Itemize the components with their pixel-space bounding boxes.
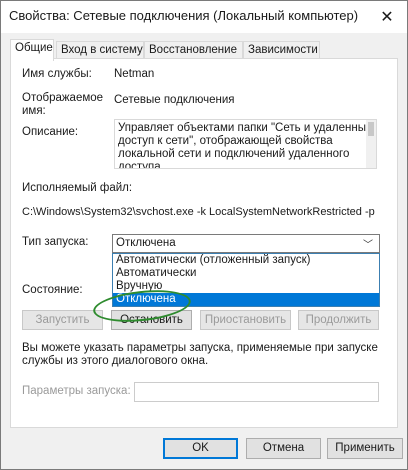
description-box[interactable]: Управляет объектами папки "Сеть и удален…: [114, 119, 377, 169]
ok-button[interactable]: OK: [163, 438, 238, 459]
description-line: доступ к сети", отображающей свойства: [118, 135, 333, 147]
display-name-label-cont: имя:: [22, 105, 46, 117]
stop-button[interactable]: Остановить: [111, 310, 192, 330]
pause-button[interactable]: Приостановить: [200, 310, 291, 330]
executable-label: Исполняемый файл:: [22, 182, 133, 194]
option-automatic[interactable]: Автоматически: [113, 267, 379, 280]
startup-type-dropdown: Автоматически (отложенный запуск) Автома…: [112, 253, 380, 307]
window-title: Свойства: Сетевые подключения (Локальный…: [9, 8, 359, 23]
description-line: локальной сети и подключений удаленного: [118, 148, 350, 160]
option-disabled[interactable]: Отключена: [113, 293, 379, 306]
startup-type-value: Отключена: [116, 237, 176, 249]
title-bar: Свойства: Сетевые подключения (Локальный…: [1, 1, 407, 33]
description-label: Описание:: [22, 126, 79, 138]
option-manual[interactable]: Вручную: [113, 280, 379, 293]
description-line: Управляет объектами папки "Сеть и удален…: [118, 122, 373, 134]
start-params-label: Параметры запуска:: [22, 385, 131, 397]
executable-path: C:\Windows\System32\svchost.exe -k Local…: [22, 206, 375, 218]
display-name-label: Отображаемое: [22, 92, 104, 104]
display-name-value: Сетевые подключения: [114, 94, 235, 106]
close-button[interactable]: ✕: [367, 1, 407, 33]
service-name-label: Имя службы:: [22, 68, 92, 80]
scrollbar-thumb[interactable]: [368, 122, 374, 136]
start-button[interactable]: Запустить: [22, 310, 103, 330]
chevron-down-icon: ﹀: [363, 240, 373, 251]
hint-text-line-2: службы из этого диалогового окна.: [22, 355, 209, 367]
status-label: Состояние:: [22, 284, 83, 296]
description-scrollbar[interactable]: [366, 120, 376, 168]
hint-text-line-1: Вы можете указать параметры запуска, при…: [22, 342, 378, 354]
properties-dialog: Свойства: Сетевые подключения (Локальный…: [0, 0, 408, 470]
description-line: доступа.: [118, 161, 164, 169]
option-automatic-delayed[interactable]: Автоматически (отложенный запуск): [113, 254, 379, 267]
cancel-button[interactable]: Отмена: [246, 438, 321, 459]
start-params-input[interactable]: [134, 382, 379, 402]
service-name-value: Netman: [114, 68, 155, 80]
startup-type-select[interactable]: Отключена ﹀: [112, 234, 380, 253]
resume-button[interactable]: Продолжить: [298, 310, 379, 330]
close-icon: ✕: [380, 9, 394, 26]
apply-button[interactable]: Применить: [327, 438, 403, 459]
startup-type-label: Тип запуска:: [22, 236, 89, 248]
tab-general[interactable]: Общие: [10, 39, 54, 61]
